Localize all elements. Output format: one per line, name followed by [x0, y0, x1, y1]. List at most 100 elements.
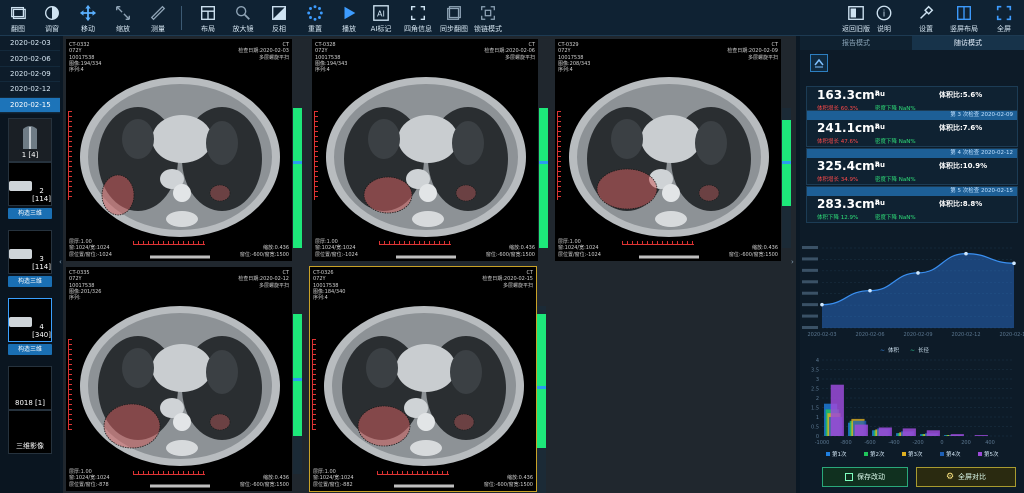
series-thumbnail[interactable]: 2 [114] 构造三维 [8, 162, 52, 219]
toolbar-fullscreen-button[interactable]: 全屏 [986, 0, 1022, 36]
hist-y-tick: 3.5 [811, 368, 819, 374]
toolbar-play-button[interactable]: 播放 [331, 0, 367, 36]
series-thumbnail[interactable]: 4 [340] 构造三维 [8, 298, 52, 355]
study-date-item[interactable]: 2020-02-12 [0, 82, 60, 98]
fullscreen-compare-button[interactable]: ⚙ 全屏对比 [916, 467, 1016, 487]
toolbar-label: 放大镜 [232, 25, 254, 33]
slice-position-marker[interactable] [293, 378, 302, 381]
toolbar-layout-button[interactable]: 布局 [190, 0, 226, 36]
ct-viewport[interactable]: CT-0326 072Y 10017538 图像:184/340 序列:4 CT 检查日期:… [309, 266, 537, 492]
ct-viewport[interactable]: CT-0329 072Y 10017538 图像:208/343 序列:4 CT 检查日期:… [554, 38, 782, 262]
toolbar-stack-button[interactable]: 翻图 [0, 0, 36, 36]
vertical-scale-ruler [557, 110, 561, 201]
save-icon [845, 473, 853, 481]
followup-card[interactable]: 第 4 次检查 2020-02-12 325.4cm³ hu 体积比:10.9% 体积增… [806, 148, 1018, 185]
hist-y-tick: 2 [816, 396, 819, 402]
toolbar-corners-button[interactable]: 四角信息 [400, 0, 436, 36]
toolbar-ruler-button[interactable]: 测量 [140, 0, 176, 36]
study-date-item[interactable]: 2020-02-09 [0, 67, 60, 83]
volume-point[interactable] [1012, 261, 1016, 266]
hist-bar[interactable] [902, 428, 916, 436]
series-thumbnail[interactable]: 1 [4] [8, 118, 52, 162]
line-chart-x-label: 2020-02-03 [807, 332, 836, 338]
slice-position-marker[interactable] [537, 386, 546, 389]
build-3d-button[interactable]: 构造三维 [8, 276, 52, 287]
toolbar-reset-button[interactable]: 重置 [297, 0, 333, 36]
hist-y-tick: 1.5 [811, 406, 819, 412]
back-icon [846, 3, 866, 23]
portrait-icon [954, 3, 974, 23]
toolbar-invert-button[interactable]: 反相 [261, 0, 297, 36]
tab-followup-mode[interactable]: 随访模式 [912, 36, 1024, 50]
hist-legend-label: 第3次 [908, 450, 923, 458]
hist-y-tick: 4 [816, 358, 819, 364]
toolbar-zoom-button[interactable]: 缩放 [105, 0, 141, 36]
ct-viewport[interactable]: CT-0328 072Y 10017538 图像:194/343 序列:4 CT 检查日期:… [311, 38, 539, 262]
expand-arrow-icon[interactable]: › [791, 258, 794, 266]
hist-legend-label: 第5次 [984, 450, 999, 458]
hist-y-tick: 1 [816, 415, 819, 421]
slice-scroll-bar[interactable] [293, 108, 302, 248]
save-changes-button[interactable]: 保存改动 [822, 467, 908, 487]
analysis-panel: 报告模式 随访模式 163.3cm³ hu 体积比:5.6% 体积增长 60.3% 密度… [800, 36, 1024, 493]
toolbar-move-button[interactable]: 移动 [70, 0, 106, 36]
slice-scroll-fill [537, 314, 546, 448]
toolbar-magnifier-button[interactable]: 放大镜 [225, 0, 261, 36]
toolbar-contrast-button[interactable]: 调窗 [34, 0, 70, 36]
ct-viewport[interactable]: CT-0332 072Y 10017538 图像:194/334 序列:4 CT 检查日期:… [65, 38, 293, 262]
overlay-bottom-left: 层厚:1.00 窗:1024/宽:1024 层位置/窗位:-882 [313, 469, 354, 488]
volume-point[interactable] [820, 302, 824, 307]
vertical-scale-ruler [312, 339, 316, 430]
tab-report-mode[interactable]: 报告模式 [800, 36, 912, 50]
hist-bar[interactable] [830, 384, 844, 436]
series-caption: 三维影像 [16, 442, 44, 450]
build-3d-button[interactable]: 构造三维 [8, 208, 52, 219]
slice-scroll-bar[interactable] [782, 108, 791, 248]
volume-point[interactable] [916, 271, 920, 275]
hist-bar[interactable] [974, 435, 988, 436]
hist-bar[interactable] [878, 427, 892, 436]
volume-point[interactable] [868, 288, 872, 293]
overlay-top-left: CT-0328 072Y 10017538 图像:194/343 序列:4 [315, 42, 348, 74]
toolbar-settings-button[interactable]: 设置 [908, 0, 944, 36]
followup-card[interactable]: 第 3 次检查 2020-02-09 241.1cm³ hu 体积比:7.6% 体积增长… [806, 110, 1018, 147]
slice-scroll-bar[interactable] [539, 108, 548, 248]
hist-legend-swatch [864, 452, 868, 456]
series-thumbnail[interactable]: 8018 [1] [8, 366, 52, 410]
zoom-icon [113, 3, 133, 23]
series-thumbnail[interactable]: 3 [114] 构造三维 [8, 230, 52, 287]
hist-bar[interactable] [854, 424, 868, 436]
slice-position-marker[interactable] [539, 161, 548, 164]
toolbar-ai-button[interactable]: AI AI标记 [363, 0, 399, 36]
study-date-item[interactable]: 2020-02-06 [0, 51, 60, 67]
collapse-arrow-icon[interactable]: ‹ [59, 258, 62, 266]
volume-ratio: 体积比:10.9% [939, 162, 988, 170]
followup-card[interactable]: 第 5 次检查 2020-02-15 283.3cm³ hu 体积比:8.8% 体积下降… [806, 186, 1018, 223]
layout-icon [198, 3, 218, 23]
volume-point[interactable] [964, 251, 968, 256]
study-date-item[interactable]: 2020-02-15 [0, 97, 60, 113]
toolbar-portrait-button[interactable]: 竖屏布局 [946, 0, 982, 36]
slice-scroll-bar[interactable] [293, 314, 302, 474]
slice-position-marker[interactable] [293, 161, 302, 164]
toolbar-label: 锁链模式 [474, 25, 502, 33]
slice-position-marker[interactable] [782, 161, 791, 164]
hist-bar[interactable] [926, 430, 940, 436]
hist-bar[interactable] [950, 434, 964, 436]
card-header: 第 5 次检查 2020-02-15 [807, 187, 1017, 196]
toolbar-label: 同步翻图 [440, 25, 468, 33]
series-thumbnail[interactable]: 三维影像 [8, 410, 52, 454]
toolbar-link-button[interactable]: 锁链模式 [470, 0, 506, 36]
density-change: 密度下降 NaN% [875, 139, 916, 145]
line-chart-y-tick [802, 291, 818, 295]
study-date-item[interactable]: 2020-02-03 [0, 36, 60, 52]
lesion-hu: hu [875, 90, 885, 98]
toolbar-label: 调窗 [45, 25, 59, 33]
build-3d-button[interactable]: 构造三维 [8, 344, 52, 355]
toolbar-sync-button[interactable]: 同步翻图 [436, 0, 472, 36]
ct-viewport[interactable]: CT-0335 072Y 10017538 图像:201/326 序列: CT 检查日期:2… [65, 266, 293, 492]
slice-scroll-bar[interactable] [537, 306, 546, 493]
overlay-top-right: CT 检查日期:2020-02-09 多层螺旋平扫 [727, 42, 778, 61]
panel-toggle-icon[interactable] [810, 54, 828, 72]
toolbar-info-button[interactable]: i 说明 [866, 0, 902, 36]
